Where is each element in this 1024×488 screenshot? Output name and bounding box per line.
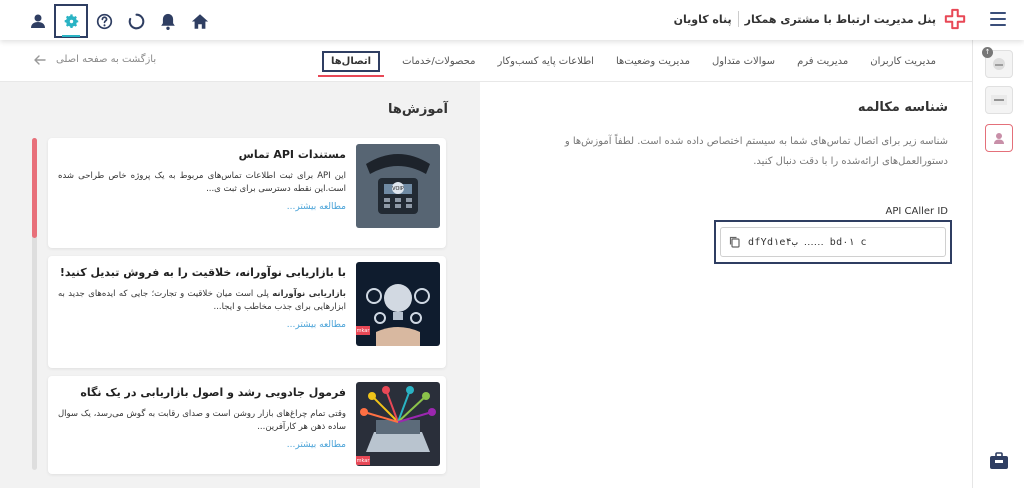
copy-icon[interactable] [729, 236, 740, 248]
card-title: فرمول جادویی رشد و اصول بازاریابی در یک … [80, 386, 346, 399]
back-link[interactable]: بازگشت به صفحه اصلی [34, 54, 156, 65]
read-more-link[interactable]: مطالعه بیشتر... [58, 320, 346, 330]
title-divider [737, 11, 739, 27]
menu-icon[interactable] [990, 12, 1006, 26]
brand-thumb-icon [993, 58, 1005, 70]
tab-business-info[interactable]: اطلاعات پایه کسب‌وکار [498, 56, 594, 67]
caller-id-description: شناسه زیر برای اتصال تماس‌های شما به سیس… [564, 136, 948, 167]
profile-icon [994, 133, 1004, 144]
card-description: وقتی تمام چراغ‌های بازار روشن است و صدای… [58, 409, 346, 432]
tutorials-title: آموزش‌ها [388, 102, 448, 117]
company-name: پناه کاویان [673, 12, 732, 26]
tab-users[interactable]: مدیریت کاربران [870, 56, 936, 67]
svg-text:mkar: mkar [357, 458, 371, 464]
card-title: مستندات API تماس [238, 148, 346, 161]
briefcase-icon[interactable] [989, 452, 1009, 474]
card-description-bold: بازاریابی نوآورانه [272, 289, 346, 299]
tab-forms[interactable]: مدیریت فرم [797, 56, 848, 67]
brand-thumb-icon [991, 95, 1007, 105]
top-bar: پنل مدیریت ارتباط با مشتری همکار پناه کا… [0, 0, 1024, 40]
card-description: بازاریابی نوآورانه پلی است میان خلاقیت و… [58, 288, 346, 314]
tab-connections[interactable]: اتصال‌ها [317, 50, 385, 77]
bell-icon[interactable] [152, 5, 184, 37]
read-more-link[interactable]: مطالعه بیشتر... [58, 440, 346, 450]
tutorial-card[interactable]: VOIP مستندات API تماس این API برای ثبت ا… [48, 138, 446, 248]
scrollbar-thumb[interactable] [32, 138, 37, 238]
tutorial-card[interactable]: mkar فرمول جادویی رشد و اصول بازاریابی د… [48, 376, 446, 474]
tab-faq[interactable]: سوالات متداول [712, 56, 775, 67]
tutorials-panel: آموزش‌ها VOIP مستندات API تماس این API ب… [0, 82, 480, 488]
loading-icon[interactable] [120, 5, 152, 37]
voip-phone-image: VOIP [356, 144, 440, 228]
settings-icon[interactable] [54, 4, 88, 38]
logo [944, 8, 966, 30]
back-label: بازگشت به صفحه اصلی [56, 54, 157, 65]
tab-statuses[interactable]: مدیریت وضعیت‌ها [616, 56, 690, 67]
tab-bar: مدیریت کاربران مدیریت فرم سوالات متداول … [0, 40, 972, 82]
notification-badge-icon: ↑ [982, 47, 993, 58]
toolbar-icons [22, 4, 216, 38]
brand: پنل مدیریت ارتباط با مشتری همکار پناه کا… [674, 8, 966, 30]
caller-id-label: API CAller ID [885, 206, 948, 217]
help-icon[interactable] [88, 5, 120, 37]
card-description: این API برای ثبت اطلاعات تماس‌های مربوط … [58, 171, 346, 194]
tabs: مدیریت کاربران مدیریت فرم سوالات متداول … [304, 40, 936, 82]
tab-products[interactable]: محصولات/خدمات [402, 56, 475, 67]
rail-item-2[interactable] [985, 86, 1013, 114]
home-icon[interactable] [184, 5, 216, 37]
marketing-network-image: mkar [356, 382, 440, 466]
svg-text:mkar: mkar [357, 328, 371, 334]
caller-id-value: dfYd١e۴ب ‥‥‥ bd٠١‌‌‌‌‌ c [748, 236, 867, 248]
rail-item-3[interactable] [985, 124, 1013, 152]
card-title: با بازاریابی نوآورانه، خلاقیت را به فروش… [59, 266, 346, 279]
scrollbar[interactable] [32, 138, 37, 470]
caller-id-title: شناسه مکالمه [857, 100, 948, 115]
lightbulb-gears-image: mkar [356, 262, 440, 346]
read-more-link[interactable]: مطالعه بیشتر... [58, 202, 346, 212]
arrow-left-icon [34, 54, 46, 65]
rail-item-1[interactable]: ↑ [982, 47, 1013, 78]
user-icon[interactable] [22, 5, 54, 37]
right-sidebar: ↑ [972, 40, 1024, 488]
caller-id-panel: شناسه مکالمه شناسه زیر برای اتصال تماس‌ه… [480, 82, 972, 488]
tutorial-card[interactable]: mkar با بازاریابی نوآورانه، خلاقیت را به… [48, 256, 446, 368]
svg-text:VOIP: VOIP [392, 186, 404, 192]
caller-id-input[interactable]: dfYd١e۴ب ‥‥‥ bd٠١‌‌‌‌‌ c [720, 227, 946, 257]
app-title: پنل مدیریت ارتباط با مشتری همکار [744, 12, 936, 26]
caller-id-field[interactable]: dfYd١e۴ب ‥‥‥ bd٠١‌‌‌‌‌ c [714, 220, 952, 264]
